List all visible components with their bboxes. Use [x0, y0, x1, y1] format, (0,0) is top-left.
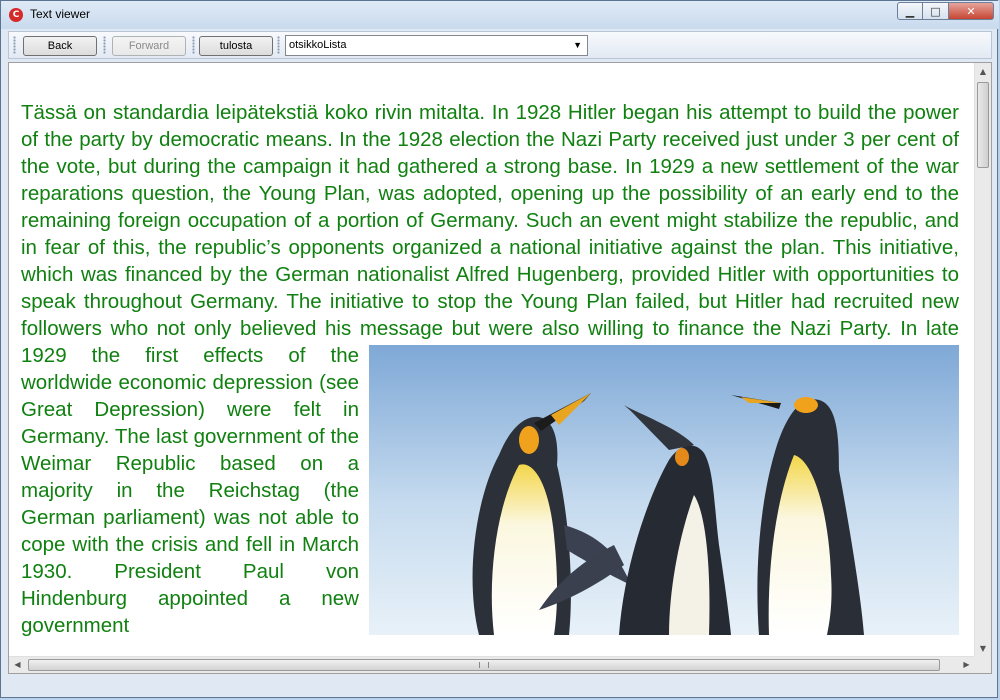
maximize-button[interactable]: □ [923, 2, 949, 20]
horizontal-scrollbar[interactable]: ◀ ▶ [9, 656, 975, 673]
back-button[interactable]: Back [23, 36, 97, 56]
minimize-button[interactable]: ▁ [897, 2, 923, 20]
paragraph-text: Tässä on standardia leipätekstiä koko ri… [21, 101, 959, 367]
text-viewer-window: C Text viewer ▁ □ ✕ Back Forward tulosta… [0, 0, 999, 698]
chevron-down-icon: ▼ [573, 40, 582, 50]
scrollbar-corner [974, 656, 991, 673]
vertical-scrollbar[interactable]: ▲ ▼ [974, 63, 991, 657]
horizontal-scroll-thumb[interactable] [28, 659, 940, 671]
scroll-right-icon[interactable]: ▶ [958, 657, 975, 673]
dropdown-value: otsikkoLista [289, 39, 347, 51]
close-icon: ✕ [966, 4, 976, 18]
title-bar[interactable]: C Text viewer ▁ □ ✕ [1, 1, 999, 29]
toolbar-grip[interactable] [103, 36, 106, 54]
maximize-icon: □ [930, 4, 941, 18]
minimize-icon: ▁ [905, 4, 915, 18]
close-button[interactable]: ✕ [949, 2, 994, 20]
window-title: Text viewer [30, 7, 91, 21]
vertical-scroll-thumb[interactable] [977, 82, 989, 168]
app-icon: C [9, 8, 23, 22]
paragraph-text-continued: the worldwide economic depression (see G… [21, 344, 359, 637]
document-view[interactable]: Tässä on standardia leipätekstiä koko ri… [8, 62, 992, 674]
scroll-up-icon[interactable]: ▲ [975, 63, 991, 80]
toolbar-grip[interactable] [192, 36, 195, 54]
toolbar-grip[interactable] [277, 36, 280, 54]
scroll-left-icon[interactable]: ◀ [9, 657, 26, 673]
heading-list-dropdown[interactable]: otsikkoLista ▼ [285, 35, 588, 56]
penguins-photo [369, 345, 959, 635]
scroll-down-icon[interactable]: ▼ [975, 640, 991, 657]
thumb-grip [479, 662, 489, 668]
toolbar: Back Forward tulosta otsikkoLista ▼ [8, 31, 992, 59]
window-controls: ▁ □ ✕ [897, 2, 994, 20]
document-text: Tässä on standardia leipätekstiä koko ri… [21, 99, 959, 639]
print-button[interactable]: tulosta [199, 36, 273, 56]
forward-button[interactable]: Forward [112, 36, 186, 56]
toolbar-grip[interactable] [13, 36, 16, 54]
